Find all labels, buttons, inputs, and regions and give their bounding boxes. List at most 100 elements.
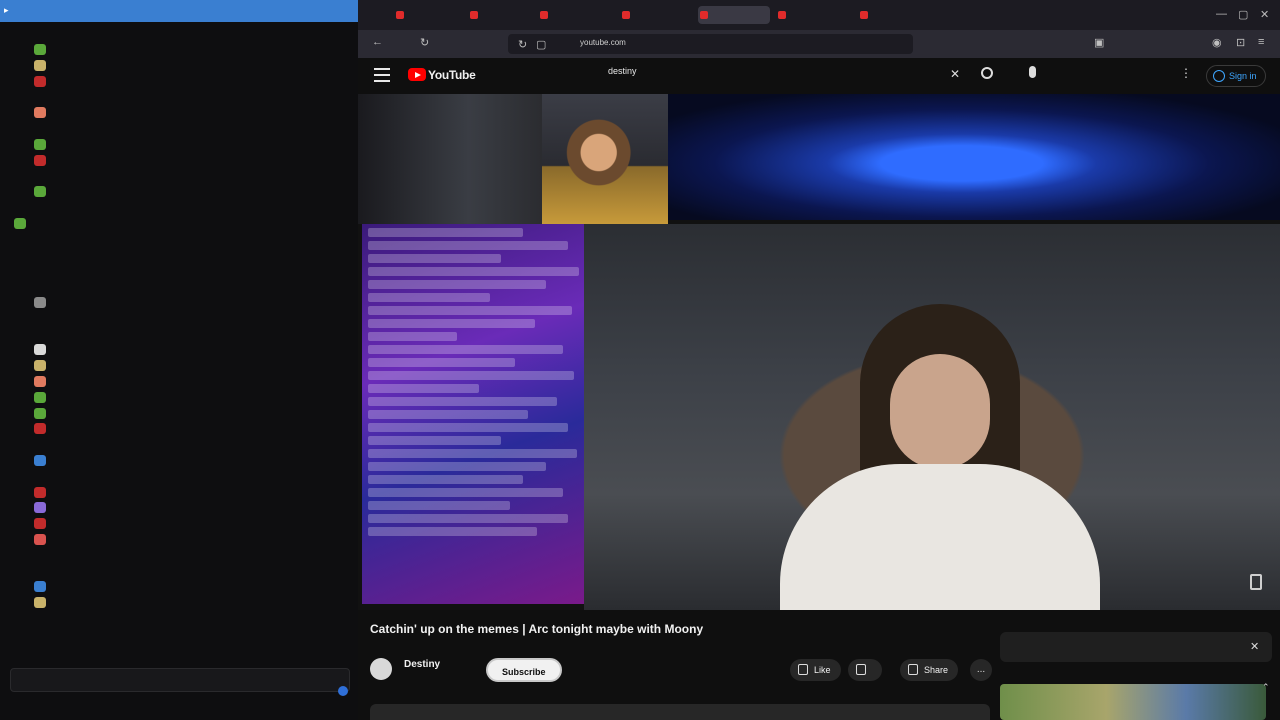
description-box[interactable]: [370, 704, 990, 720]
overlay-chat-line: [368, 267, 579, 276]
browser-tab[interactable]: [468, 6, 540, 24]
overlay-chat-line: [368, 280, 546, 289]
window-icon: ▸: [4, 5, 9, 15]
emote-icon: [34, 502, 46, 514]
overlay-chat-line: [368, 488, 564, 497]
account-circle-icon: [1213, 70, 1225, 82]
chat-message: [0, 563, 358, 579]
dislike-button[interactable]: [848, 659, 882, 681]
chat-message: [0, 42, 358, 58]
tab-favicon-icon: [396, 11, 404, 19]
share-icon: [908, 664, 918, 675]
chat-input[interactable]: [10, 668, 350, 692]
browser-tab[interactable]: [394, 6, 466, 24]
browser-tab[interactable]: [858, 6, 930, 24]
search-input[interactable]: destiny: [608, 66, 637, 76]
overlay-chat-line: [368, 514, 568, 523]
browser-window: — ▢ ✕ ← ↻ ↻ ▢ youtube.com ▣ ◉ ⊡ ≡ YouTube …: [358, 0, 1280, 720]
chat-message: [0, 216, 358, 232]
overlay-chat-line: [368, 410, 528, 419]
url-text: youtube.com: [580, 38, 626, 47]
hamburger-icon[interactable]: [374, 68, 390, 82]
menu-icon[interactable]: ≡: [1258, 36, 1264, 48]
emote-icon: [34, 154, 46, 166]
close-window-icon[interactable]: ✕: [1260, 8, 1269, 21]
browser-tab[interactable]: [620, 6, 692, 24]
overlay-chat-line: [368, 475, 524, 484]
chat-message: [0, 326, 358, 342]
extensions-icon[interactable]: ⊡: [1236, 36, 1245, 49]
overlay-chat-line: [368, 371, 575, 380]
tab-favicon-icon: [860, 11, 868, 19]
navigation-bar: ← ↻ ↻ ▢ youtube.com ▣ ◉ ⊡ ≡: [358, 30, 1280, 58]
recommended-video-thumbnail[interactable]: [1000, 684, 1266, 720]
youtube-logo-icon[interactable]: [408, 68, 426, 81]
recommendation-card[interactable]: ✕: [1000, 632, 1272, 662]
chat-message: [0, 453, 358, 469]
address-bar[interactable]: ↻ ▢ youtube.com: [508, 34, 913, 54]
microphone-icon[interactable]: [1029, 66, 1036, 78]
video-player[interactable]: [358, 94, 1280, 610]
back-icon[interactable]: ←: [372, 36, 383, 48]
like-button[interactable]: Like: [790, 659, 841, 681]
chat-title-bar: ▸: [0, 0, 358, 22]
overlay-chat-line: [368, 319, 535, 328]
minimize-icon[interactable]: —: [1216, 8, 1227, 20]
clear-search-icon[interactable]: ✕: [950, 67, 960, 81]
emote-icon: [34, 486, 46, 498]
emote-icon: [34, 581, 46, 593]
chat-message: [0, 168, 358, 184]
maximize-icon[interactable]: ▢: [1238, 8, 1248, 21]
chat-message: [0, 342, 358, 358]
chat-message-list[interactable]: [0, 26, 358, 686]
emote-icon: [34, 360, 46, 372]
send-icon[interactable]: [338, 686, 348, 696]
overlay-chat-line: [368, 397, 557, 406]
video-scene-banner: [668, 94, 1280, 220]
video-scene-room: [358, 94, 542, 224]
emote-icon: [34, 75, 46, 87]
browser-tab[interactable]: [776, 6, 848, 24]
fullscreen-icon[interactable]: [1250, 574, 1262, 590]
chat-message: [0, 73, 358, 89]
channel-avatar[interactable]: [370, 658, 392, 680]
chat-message: [0, 610, 358, 626]
chat-message: [0, 89, 358, 105]
chat-message: [0, 532, 358, 548]
overlay-chat-line: [368, 436, 502, 445]
share-button[interactable]: Share: [900, 659, 959, 681]
overlay-chat-line: [368, 332, 457, 341]
video-title: Catchin' up on the memes | Arc tonight m…: [370, 622, 704, 636]
reader-icon[interactable]: ▣: [1094, 36, 1104, 49]
more-actions-button[interactable]: ...: [970, 659, 992, 681]
youtube-header: YouTube destiny ✕ ⋮ Sign in: [358, 58, 1280, 94]
overlay-chat-line: [368, 241, 568, 250]
overlay-chat-line: [368, 384, 479, 393]
emote-icon: [34, 391, 46, 403]
chevron-up-icon[interactable]: ⌃: [1262, 682, 1270, 693]
browser-tab[interactable]: [538, 6, 610, 24]
channel-name[interactable]: Destiny: [404, 659, 440, 670]
search-icon[interactable]: [981, 67, 993, 79]
chat-message: [0, 547, 358, 563]
overlay-chat-line: [368, 501, 511, 510]
more-vert-icon[interactable]: ⋮: [1180, 66, 1192, 80]
tab-favicon-icon: [470, 11, 478, 19]
emote-icon: [34, 423, 46, 435]
chat-message: [0, 231, 358, 247]
overlay-chat-line: [368, 527, 537, 536]
subscribe-button[interactable]: Subscribe: [486, 658, 562, 682]
reload-icon[interactable]: ↻: [420, 36, 429, 49]
close-icon[interactable]: ✕: [1250, 640, 1259, 653]
browser-tab[interactable]: [698, 6, 770, 24]
emote-icon: [34, 107, 46, 119]
chat-message: [0, 200, 358, 216]
chat-message: [0, 263, 358, 279]
overlay-chat-line: [368, 345, 564, 354]
account-icon[interactable]: ◉: [1212, 36, 1222, 49]
youtube-logo-text[interactable]: YouTube: [428, 68, 476, 82]
chat-message: [0, 137, 358, 153]
emote-icon: [34, 518, 46, 530]
overlay-chat-line: [368, 423, 568, 432]
sign-in-button[interactable]: Sign in: [1206, 65, 1266, 87]
